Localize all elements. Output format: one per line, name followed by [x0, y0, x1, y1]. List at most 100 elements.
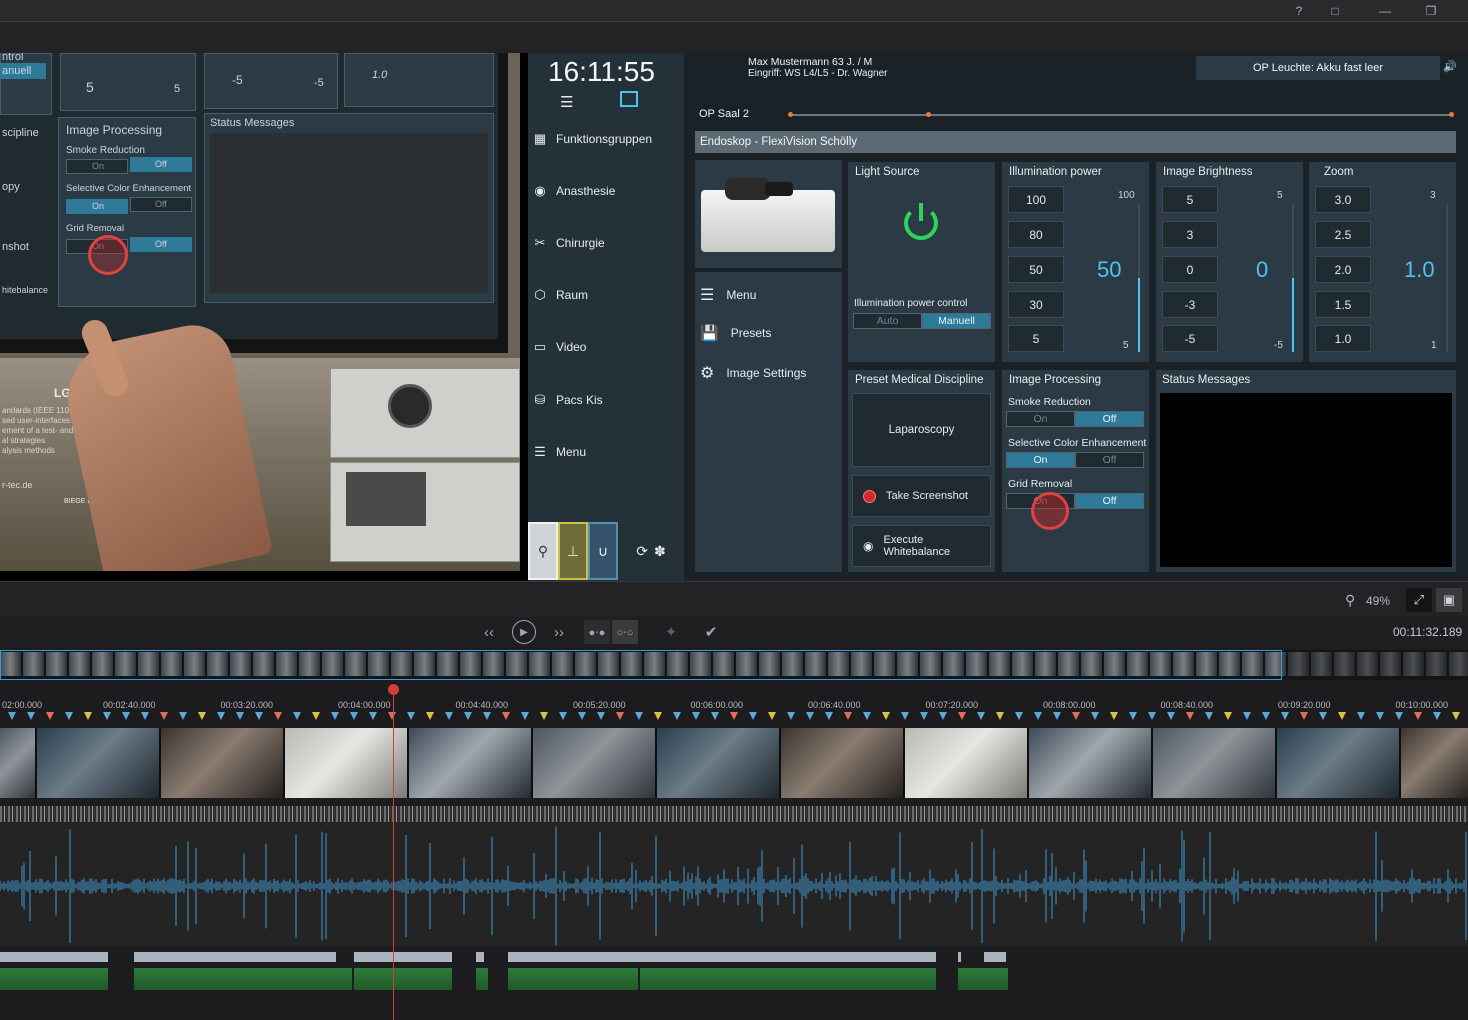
- timeline-marker[interactable]: [616, 712, 624, 720]
- timeline-marker[interactable]: [1015, 712, 1023, 720]
- timeline-marker[interactable]: [692, 712, 700, 720]
- smoke-reduction-toggle[interactable]: On Off: [1006, 411, 1144, 427]
- timeline-marker[interactable]: [1452, 712, 1460, 720]
- next-marker-icon[interactable]: ››: [548, 621, 570, 643]
- zoom-preset-button[interactable]: 3.0: [1315, 186, 1371, 213]
- audio-clip[interactable]: [354, 968, 452, 990]
- audio-clip[interactable]: [508, 968, 638, 990]
- timeline-marker[interactable]: [1357, 712, 1365, 720]
- zoom-preset-button[interactable]: 2.5: [1315, 221, 1371, 248]
- timeline-marker[interactable]: [1072, 712, 1080, 720]
- timeline-marker[interactable]: [388, 712, 396, 720]
- timeline-marker[interactable]: [1034, 712, 1042, 720]
- timeline-marker[interactable]: [673, 712, 681, 720]
- timeline-marker[interactable]: [730, 712, 738, 720]
- audio-clip[interactable]: [476, 968, 488, 990]
- submenu-image-settings[interactable]: ⚙ Image Settings: [700, 363, 806, 383]
- feedback-icon[interactable]: □: [1318, 0, 1352, 22]
- timeline-marker[interactable]: [1300, 712, 1308, 720]
- fullscreen-icon[interactable]: ⤢: [1406, 588, 1432, 612]
- zoom-preset-button[interactable]: 1.0: [1315, 325, 1371, 352]
- timeline-marker[interactable]: [1281, 712, 1289, 720]
- toggle-off-option[interactable]: Off: [1075, 452, 1144, 468]
- timeline-marker[interactable]: [1167, 712, 1175, 720]
- approve-icon[interactable]: ✔: [700, 621, 722, 643]
- audio-clip[interactable]: [958, 968, 1008, 990]
- timeline-marker[interactable]: [825, 712, 833, 720]
- timeline-marker[interactable]: [27, 712, 35, 720]
- timeline-marker[interactable]: [977, 712, 985, 720]
- timeline-marker[interactable]: [578, 712, 586, 720]
- timeline-marker[interactable]: [464, 712, 472, 720]
- timeline-marker[interactable]: [350, 712, 358, 720]
- annotation-clip[interactable]: [508, 952, 936, 962]
- nav-item-pacs-kis[interactable]: ⛁ Pacs Kis: [532, 386, 682, 414]
- timeline-marker[interactable]: [844, 712, 852, 720]
- annotation-track[interactable]: [0, 948, 1468, 1020]
- timeline-marker[interactable]: [160, 712, 168, 720]
- timeline-marker[interactable]: [711, 712, 719, 720]
- timeline-marker[interactable]: [46, 712, 54, 720]
- timeline-marker[interactable]: [1243, 712, 1251, 720]
- list-view-icon[interactable]: ☰: [560, 93, 573, 111]
- nav-item-video[interactable]: ▭ Video: [532, 333, 682, 361]
- timeline-marker[interactable]: [1129, 712, 1137, 720]
- annotation-clip[interactable]: [476, 952, 484, 962]
- nav-item-raum[interactable]: ⬡ Raum: [532, 281, 682, 309]
- illum-preset-button[interactable]: 5: [1008, 325, 1064, 352]
- multi-tool-icon[interactable]: ⟳ ✽: [618, 522, 684, 580]
- fit-view-icon[interactable]: ▣: [1436, 588, 1462, 612]
- help-icon[interactable]: ?: [1282, 0, 1316, 22]
- zoom-icon[interactable]: ⚲: [1345, 592, 1355, 609]
- annotation-clip[interactable]: [0, 952, 108, 962]
- timeline-marker[interactable]: [1376, 712, 1384, 720]
- illum-preset-button[interactable]: 80: [1008, 221, 1064, 248]
- timeline-marker[interactable]: [426, 712, 434, 720]
- video-track[interactable]: [0, 728, 1468, 798]
- timeline-marker[interactable]: [122, 712, 130, 720]
- timeline-marker[interactable]: [84, 712, 92, 720]
- timeline-marker[interactable]: [1319, 712, 1327, 720]
- bright-preset-button[interactable]: 5: [1162, 186, 1218, 213]
- timeline-marker[interactable]: [103, 712, 111, 720]
- zoom-preset-button[interactable]: 1.5: [1315, 291, 1371, 318]
- timeline-marker[interactable]: [198, 712, 206, 720]
- timeline-marker[interactable]: [559, 712, 567, 720]
- timeline-marker[interactable]: [1053, 712, 1061, 720]
- timeline-marker[interactable]: [293, 712, 301, 720]
- timeline-marker[interactable]: [1224, 712, 1232, 720]
- annotation-clip[interactable]: [134, 952, 336, 962]
- manual-option[interactable]: Manuell: [922, 313, 991, 329]
- timeline-marker[interactable]: [217, 712, 225, 720]
- timeline-marker[interactable]: [369, 712, 377, 720]
- timeline-marker[interactable]: [236, 712, 244, 720]
- auto-option[interactable]: Auto: [853, 313, 922, 329]
- bright-preset-button[interactable]: 0: [1162, 256, 1218, 283]
- audio-clip[interactable]: [134, 968, 352, 990]
- maximize-icon[interactable]: ❐: [1414, 0, 1448, 22]
- timeline-marker[interactable]: [1186, 712, 1194, 720]
- timeline-marker[interactable]: [806, 712, 814, 720]
- timeline-marker[interactable]: [540, 712, 548, 720]
- speaker-icon[interactable]: 🔊: [1443, 60, 1457, 73]
- illum-preset-button[interactable]: 100: [1008, 186, 1064, 213]
- timeline-marker[interactable]: [749, 712, 757, 720]
- toggle-on-option[interactable]: On: [1006, 452, 1075, 468]
- timeline-marker[interactable]: [8, 712, 16, 720]
- timeline-marker[interactable]: [502, 712, 510, 720]
- ripple-icon[interactable]: ○⋅○: [612, 620, 638, 644]
- laparoscopy-button[interactable]: Laparoscopy: [852, 393, 991, 467]
- timeline-marker[interactable]: [1110, 712, 1118, 720]
- sce-toggle[interactable]: On Off: [1006, 452, 1144, 468]
- toggle-off-option[interactable]: Off: [1075, 493, 1144, 509]
- waveform-track[interactable]: [0, 822, 1468, 946]
- grid-removal-toggle[interactable]: On Off: [1006, 493, 1144, 509]
- snap-icon[interactable]: ●⋅●: [584, 620, 610, 644]
- timeline-marker[interactable]: [407, 712, 415, 720]
- timeline-marker[interactable]: [274, 712, 282, 720]
- timeline-marker[interactable]: [179, 712, 187, 720]
- illum-preset-button[interactable]: 50: [1008, 256, 1064, 283]
- timeline-marker[interactable]: [141, 712, 149, 720]
- timeline-marker[interactable]: [882, 712, 890, 720]
- timeline-marker[interactable]: [445, 712, 453, 720]
